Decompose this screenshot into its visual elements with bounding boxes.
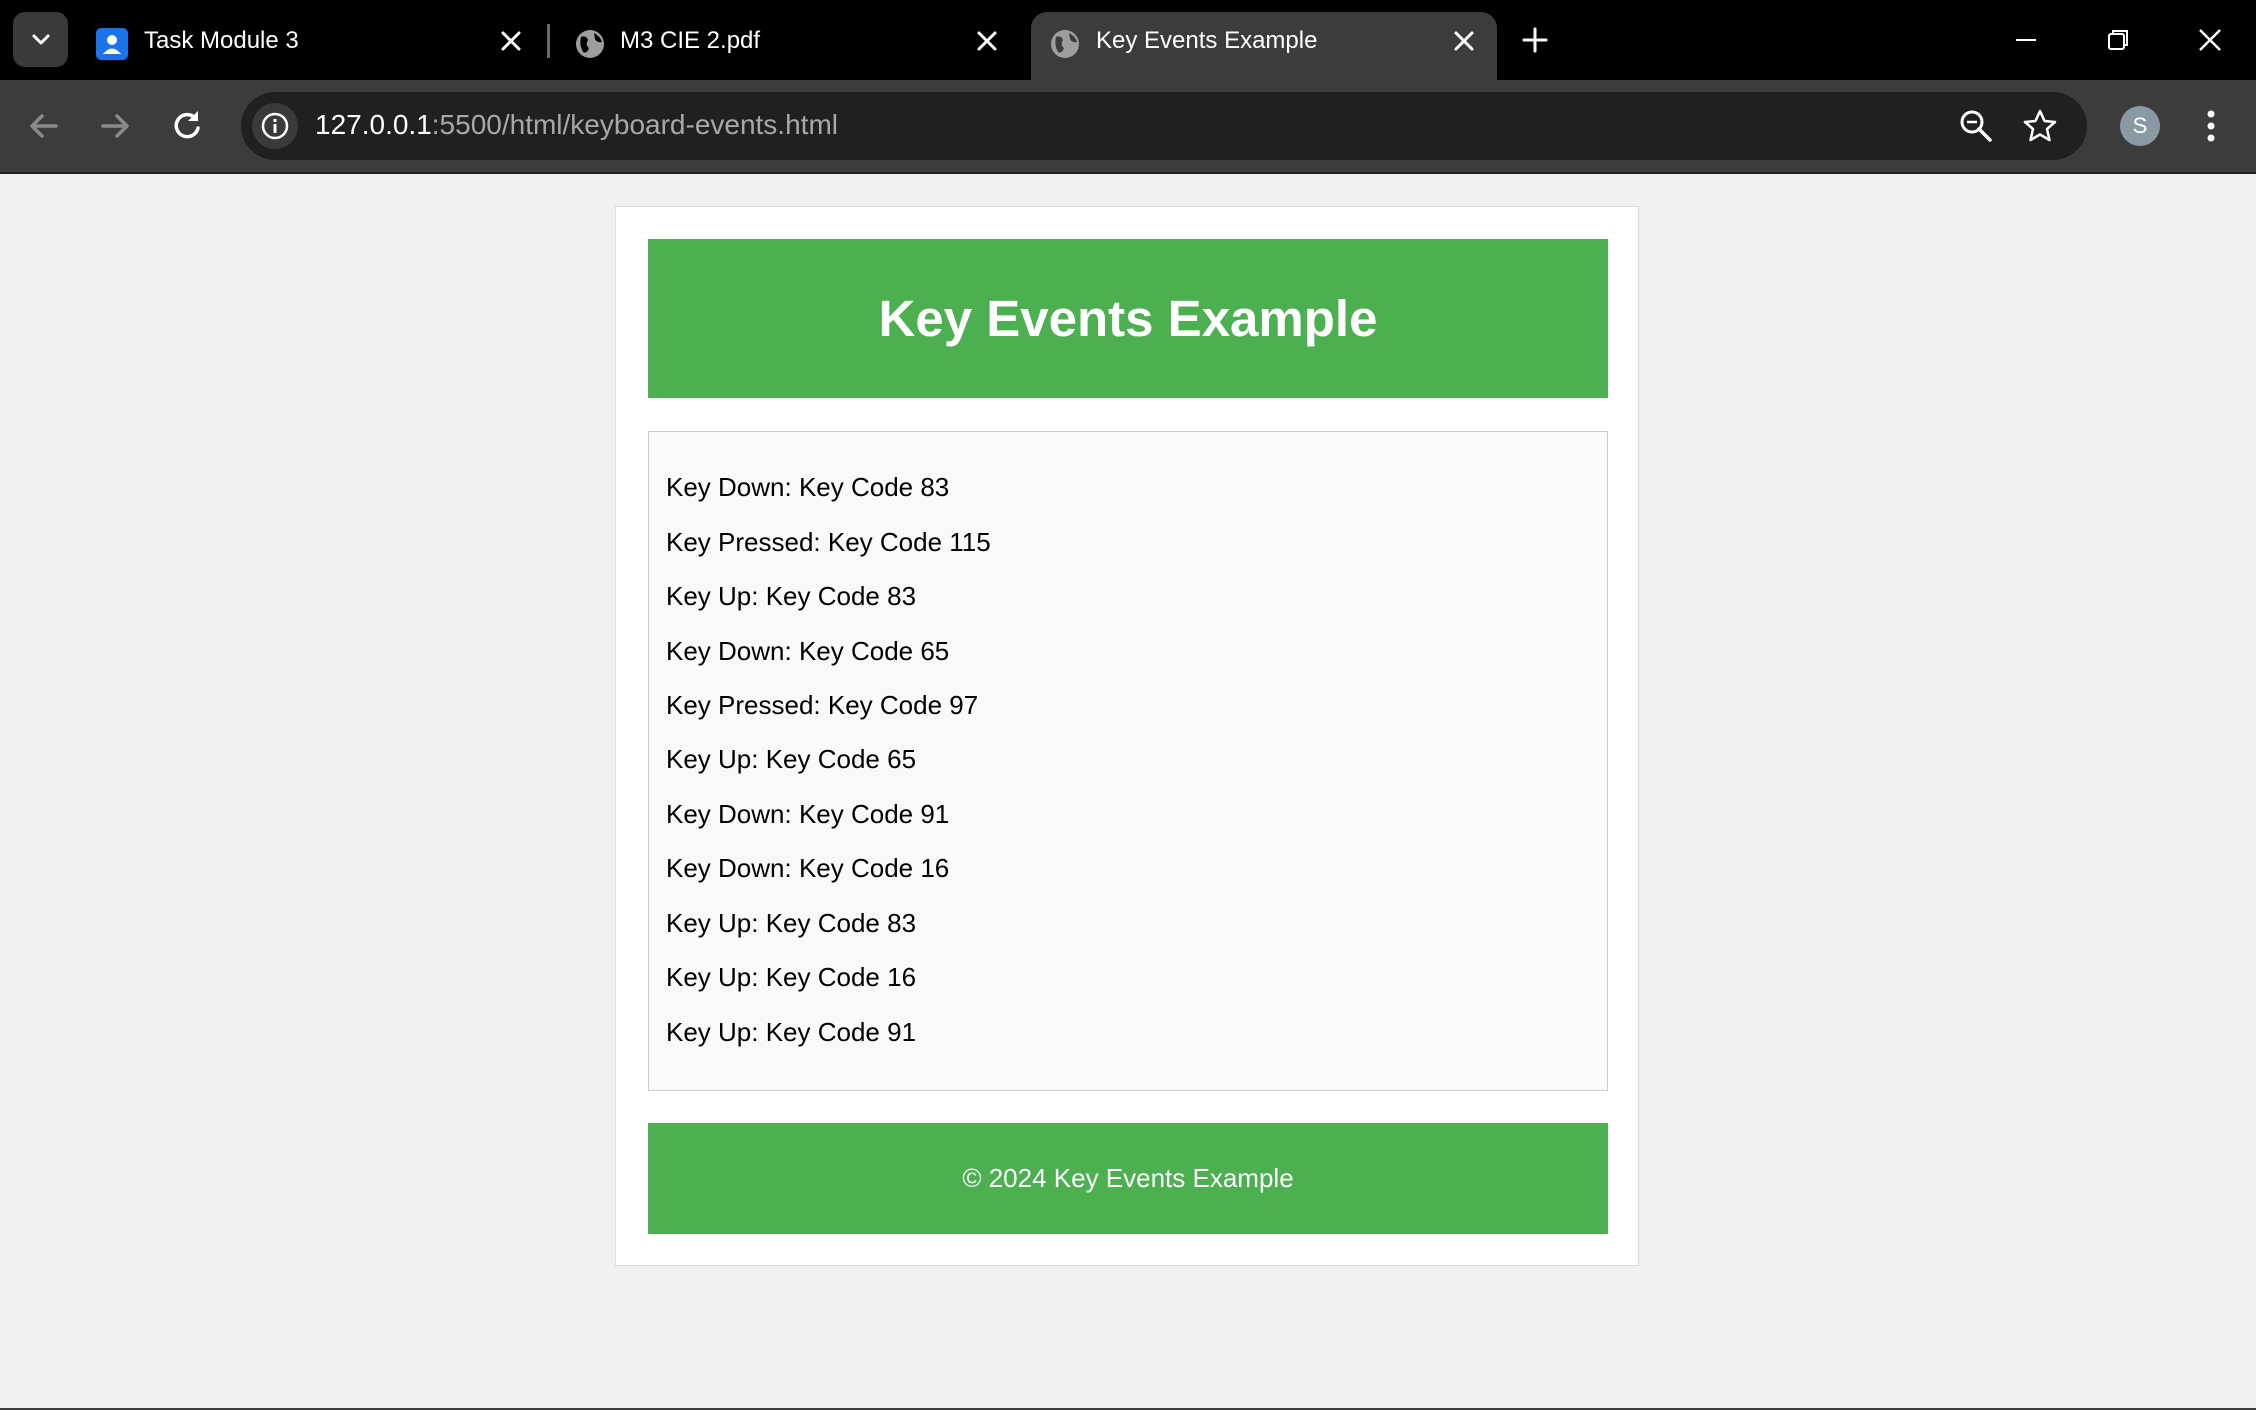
page-title: Key Events Example bbox=[878, 290, 1378, 347]
zoom-icon[interactable] bbox=[1958, 108, 1994, 144]
menu-kebab-icon[interactable] bbox=[2205, 108, 2217, 144]
url-text[interactable]: 127.0.0.1:5500/html/keyboard-events.html bbox=[315, 109, 838, 141]
tab-separator bbox=[547, 24, 550, 58]
tab-key-events-example[interactable]: Key Events Example bbox=[1031, 12, 1497, 80]
log-entry: Key Up: Key Code 91 bbox=[666, 1017, 917, 1047]
log-entry: Key Up: Key Code 16 bbox=[666, 962, 917, 992]
log-entry: Key Down: Key Code 16 bbox=[666, 853, 950, 883]
tab-title: Key Events Example bbox=[1096, 27, 1318, 54]
bookmark-star-icon[interactable] bbox=[2022, 108, 2058, 144]
page-header: Key Events Example bbox=[648, 239, 1608, 398]
profile-avatar[interactable]: S bbox=[2120, 106, 2160, 146]
toolbar-divider bbox=[0, 172, 2256, 174]
page-footer: © 2024 Key Events Example bbox=[648, 1123, 1608, 1234]
log-entry: Key Down: Key Code 91 bbox=[666, 799, 950, 829]
log-entry: Key Down: Key Code 65 bbox=[666, 636, 950, 666]
tab-title: Task Module 3 bbox=[144, 27, 299, 54]
url-host: 127.0.0.1 bbox=[315, 109, 432, 140]
window-close-icon[interactable] bbox=[2190, 20, 2230, 60]
chevron-down-icon bbox=[32, 34, 49, 44]
close-icon[interactable] bbox=[976, 30, 998, 52]
close-icon[interactable] bbox=[1453, 30, 1475, 52]
reload-icon[interactable] bbox=[165, 104, 209, 148]
close-icon[interactable] bbox=[500, 30, 522, 52]
minimize-icon[interactable] bbox=[2006, 20, 2046, 60]
log-entry: Key Up: Key Code 83 bbox=[666, 581, 917, 611]
log-entry: Key Pressed: Key Code 115 bbox=[666, 527, 991, 557]
globe-icon bbox=[576, 30, 604, 58]
globe-icon bbox=[1051, 30, 1079, 58]
forward-arrow-icon[interactable] bbox=[93, 104, 137, 148]
tab-title: M3 CIE 2.pdf bbox=[620, 27, 761, 54]
tab-search-button[interactable] bbox=[13, 12, 68, 67]
url-path: :5500/html/keyboard-events.html bbox=[431, 109, 838, 140]
tab-m3-cie-2-pdf[interactable]: M3 CIE 2.pdf bbox=[556, 12, 1016, 80]
log-entry: Key Up: Key Code 65 bbox=[666, 744, 917, 774]
footer-text: © 2024 Key Events Example bbox=[962, 1163, 1294, 1193]
restore-icon[interactable] bbox=[2098, 20, 2138, 60]
info-icon bbox=[261, 112, 289, 140]
tab-task-module-3[interactable]: Task Module 3 bbox=[80, 12, 540, 80]
back-arrow-icon[interactable] bbox=[22, 104, 66, 148]
key-event-log: Key Down: Key Code 83 Key Pressed: Key C… bbox=[648, 431, 1608, 1091]
log-entry: Key Pressed: Key Code 97 bbox=[666, 690, 979, 720]
log-entry: Key Down: Key Code 83 bbox=[666, 472, 950, 502]
classroom-icon bbox=[96, 28, 128, 60]
log-entry: Key Up: Key Code 83 bbox=[666, 908, 917, 938]
new-tab-icon[interactable] bbox=[1521, 26, 1549, 54]
